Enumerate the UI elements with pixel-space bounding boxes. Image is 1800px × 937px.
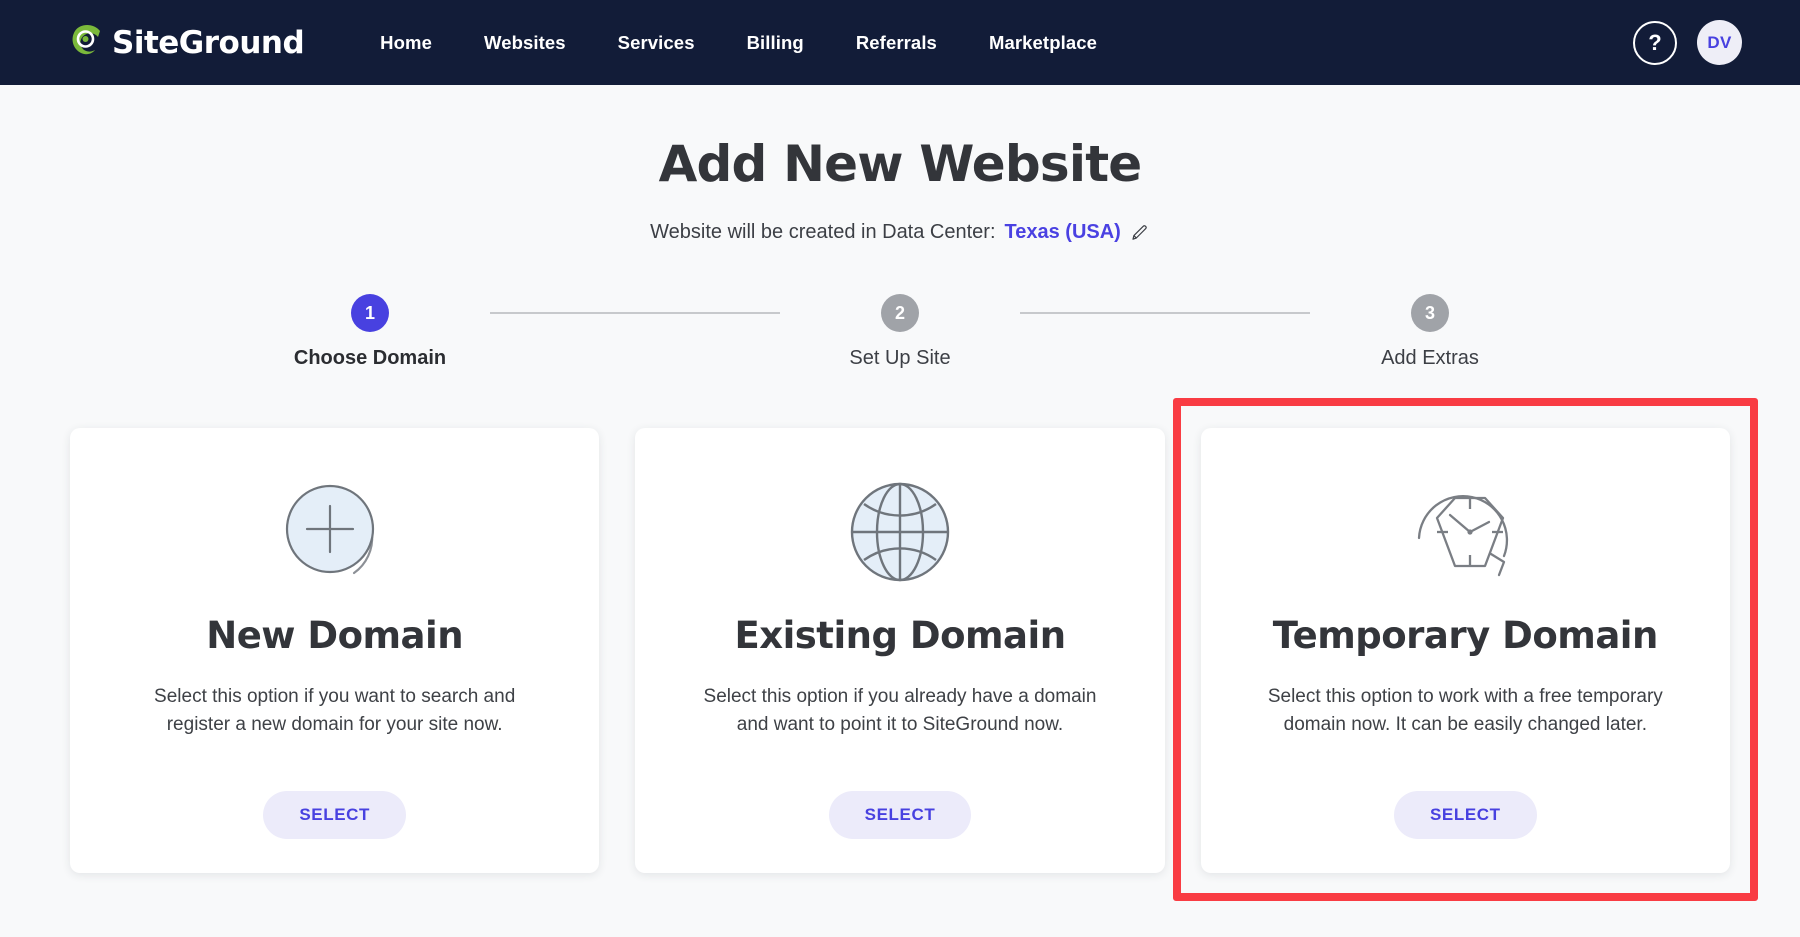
card-temporary-domain[interactable]: Temporary Domain Select this option to w… (1200, 428, 1730, 873)
nav-item-referrals[interactable]: Referrals (830, 22, 963, 64)
stepper-connector-2-3 (1020, 312, 1310, 314)
card-slot-temporary-domain: Temporary Domain Select this option to w… (1172, 398, 1758, 901)
datacenter-value[interactable]: Texas (USA) (1005, 221, 1121, 244)
datacenter-prefix: Website will be created in Data Center: (650, 221, 996, 243)
siteground-logo[interactable]: SiteGround (70, 23, 305, 63)
siteground-logo-mark (72, 24, 100, 54)
step-3-number: 3 (1411, 294, 1449, 332)
pencil-icon[interactable] (1130, 223, 1150, 243)
page-content: Add New Website Website will be created … (0, 85, 1800, 901)
card-slot-existing-domain: Existing Domain Select this option if yo… (635, 428, 1165, 873)
nav-item-billing[interactable]: Billing (721, 22, 830, 64)
page-title: Add New Website (658, 135, 1143, 193)
select-button-new-domain[interactable]: SELECT (263, 791, 406, 839)
user-avatar[interactable]: DV (1697, 20, 1742, 65)
siteground-logo-text: SiteGround (112, 24, 305, 61)
select-button-temporary-domain[interactable]: SELECT (1393, 791, 1537, 839)
top-navigation-bar: SiteGround Home Websites Services Billin… (0, 0, 1800, 85)
stepper-step-2[interactable]: 2 Set Up Site (780, 294, 1020, 370)
nav-item-marketplace[interactable]: Marketplace (963, 22, 1123, 64)
card-new-domain[interactable]: New Domain Select this option if you wan… (70, 428, 600, 873)
nav-item-websites[interactable]: Websites (458, 22, 592, 64)
stepper-step-1[interactable]: 1 Choose Domain (250, 294, 490, 370)
step-2-number: 2 (881, 294, 919, 332)
select-button-existing-domain[interactable]: SELECT (828, 791, 972, 839)
temporary-clock-icon (1403, 472, 1527, 592)
card-description-existing-domain: Select this option if you already have a… (703, 686, 1097, 735)
card-existing-domain[interactable]: Existing Domain Select this option if yo… (635, 428, 1165, 873)
datacenter-line: Website will be created in Data Center: … (0, 221, 1800, 244)
card-title-temporary-domain: Temporary Domain (1272, 614, 1659, 657)
nav-item-home[interactable]: Home (354, 22, 458, 64)
card-slot-new-domain: New Domain Select this option if you wan… (70, 428, 600, 873)
progress-stepper: 1 Choose Domain 2 Set Up Site 3 Add Extr… (250, 294, 1550, 370)
step-1-label: Choose Domain (293, 347, 447, 369)
step-1-number: 1 (351, 294, 389, 332)
domain-option-cards: New Domain Select this option if you wan… (0, 398, 1800, 901)
topbar-right-group: ? DV (1633, 20, 1770, 65)
globe-icon (844, 472, 956, 592)
card-description-temporary-domain: Select this option to work with a free t… (1267, 686, 1663, 735)
card-title-new-domain: New Domain (206, 614, 464, 657)
card-description-new-domain: Select this option if you want to search… (154, 686, 516, 735)
stepper-step-3[interactable]: 3 Add Extras (1310, 294, 1550, 370)
card-title-existing-domain: Existing Domain (734, 614, 1066, 657)
plus-circle-icon (276, 472, 394, 592)
help-icon[interactable]: ? (1633, 20, 1677, 65)
step-2-label: Set Up Site (849, 347, 951, 369)
stepper-connector-1-2 (490, 312, 780, 314)
nav-item-services[interactable]: Services (592, 22, 721, 64)
main-nav: Home Websites Services Billing Referrals… (354, 22, 1123, 64)
step-3-label: Add Extras (1381, 347, 1479, 369)
